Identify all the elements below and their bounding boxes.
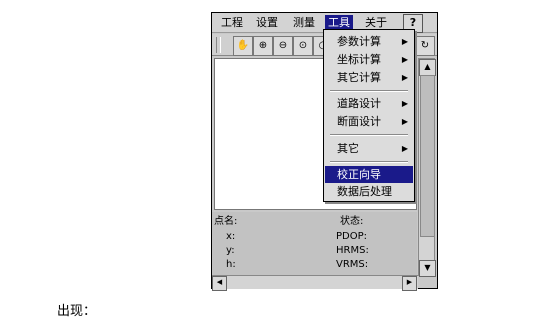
menu-item-label: 参数计算 [337,35,381,48]
menu-item-other[interactable]: 其它 ▶ [325,140,413,157]
zoom-window-icon[interactable]: ⊙ [293,36,313,56]
menu-item-label: 校正向导 [337,168,381,181]
menu-project[interactable]: 工程 [218,15,246,31]
menu-settings[interactable]: 设置 [253,15,281,31]
menu-divider [330,90,408,92]
hrms-label: HRMS: [336,245,369,256]
menu-item-label: 其它 [337,142,359,155]
pan-icon[interactable]: ✋ [233,36,253,56]
submenu-arrow-icon: ▶ [401,144,408,153]
point-name-label: 点名: [214,216,238,227]
status-panel: 点名: x: y: h: 状态: PDOP: HRMS: VRMS: [212,212,417,276]
scroll-up-icon[interactable]: ▲ [419,59,436,76]
scroll-thumb[interactable] [420,75,435,237]
menu-item-label: 数据后处理 [337,185,392,198]
x-label: x: [226,231,236,242]
menu-item-data-postprocess[interactable]: 数据后处理 [325,183,413,200]
caption-text: 出现： [57,304,97,319]
menu-item-coord-calc[interactable]: 坐标计算 ▶ [325,51,413,68]
horizontal-scrollbar[interactable]: ◀ ▶ [212,275,418,291]
pdop-label: PDOP: [336,231,368,242]
menu-item-label: 道路设计 [337,97,381,110]
submenu-arrow-icon: ▶ [401,99,408,108]
submenu-arrow-icon: ▶ [401,117,408,126]
toolbar-grip [216,37,221,53]
zoom-in-icon[interactable]: ⊕ [253,36,273,56]
menu-item-label: 其它计算 [337,71,381,84]
state-label: 状态: [340,216,364,227]
menu-item-section-design[interactable]: 断面设计 ▶ [325,113,413,130]
submenu-arrow-icon: ▶ [401,55,408,64]
zoom-out-icon[interactable]: ⊖ [273,36,293,56]
y-label: y: [226,245,235,256]
menu-item-other-calc[interactable]: 其它计算 ▶ [325,69,413,86]
vrms-label: VRMS: [336,259,369,270]
menu-divider [330,161,408,163]
menu-item-calibration-wizard[interactable]: 校正向导 [325,166,413,183]
menu-item-label: 断面设计 [337,115,381,128]
menu-item-label: 坐标计算 [337,53,381,66]
h-label: h: [226,259,236,270]
scroll-down-icon[interactable]: ▼ [419,260,436,277]
scroll-left-icon[interactable]: ◀ [212,276,227,291]
menu-item-road-design[interactable]: 道路设计 ▶ [325,95,413,112]
menu-item-param-calc[interactable]: 参数计算 ▶ [325,33,413,50]
help-icon: ? [409,16,417,29]
refresh-icon[interactable]: ↻ [415,36,435,56]
vertical-scrollbar[interactable]: ▲ ▼ [418,58,436,277]
menu-divider [330,134,408,136]
scroll-right-icon[interactable]: ▶ [402,276,417,291]
menu-survey[interactable]: 测量 [290,15,318,31]
submenu-arrow-icon: ▶ [401,73,408,82]
tools-dropdown: 参数计算 ▶ 坐标计算 ▶ 其它计算 ▶ 道路设计 ▶ 断面设计 ▶ 其它 ▶ 校正向导 数… [323,29,415,202]
submenu-arrow-icon: ▶ [401,37,408,46]
